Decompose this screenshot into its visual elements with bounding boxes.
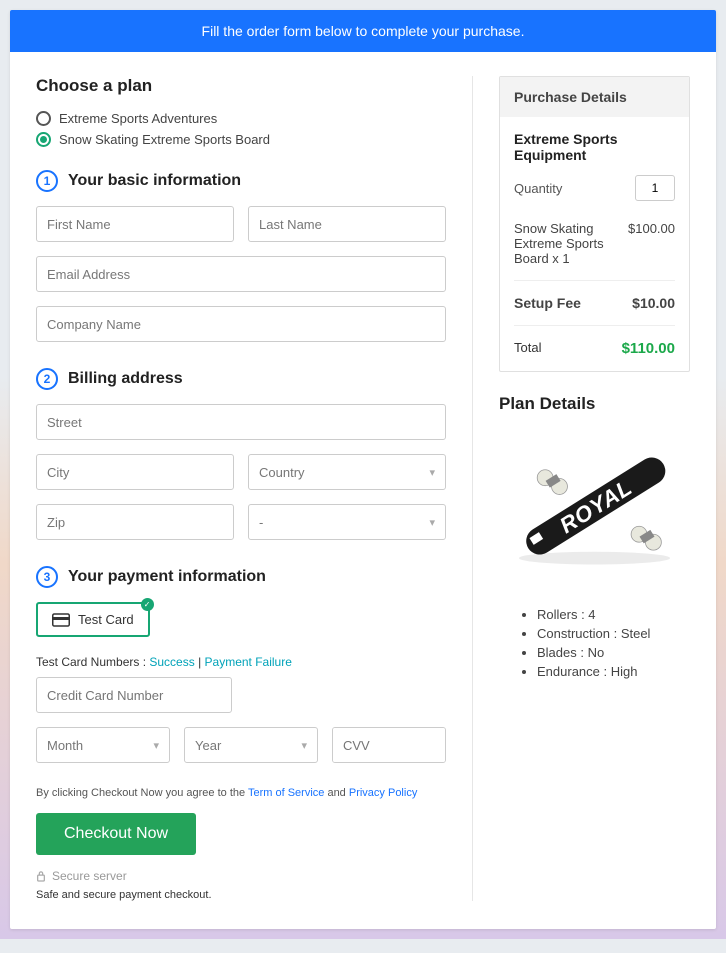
city-input[interactable] [36,454,234,490]
payment-failure-link[interactable]: Payment Failure [205,655,292,669]
line-item-price: $100.00 [628,221,675,266]
purchase-details-header: Purchase Details [500,77,689,117]
chevron-down-icon: ▾ [429,466,435,479]
step-number-icon: 2 [36,368,58,390]
state-select[interactable]: - ▾ [248,504,446,540]
quantity-label: Quantity [514,181,562,196]
email-input[interactable] [36,256,446,292]
chevron-down-icon: ▾ [153,739,159,752]
radio-checked-icon [36,132,51,147]
credit-card-number-input[interactable] [36,677,232,713]
success-link[interactable]: Success [149,655,194,669]
chevron-down-icon: ▾ [429,516,435,529]
lock-icon [36,870,46,882]
year-placeholder: Year [195,738,221,753]
radio-unchecked-icon [36,111,51,126]
street-input[interactable] [36,404,446,440]
plan-option-extreme-adventures[interactable]: Extreme Sports Adventures [36,108,446,129]
step-3-title: Your payment information [68,568,266,586]
secure-server-text: Secure server [52,869,127,883]
purchase-details-box: Purchase Details Extreme Sports Equipmen… [499,76,690,372]
chevron-down-icon: ▾ [301,739,307,752]
credit-card-icon [52,613,70,627]
test-card-chip[interactable]: ✓ Test Card [36,602,150,637]
step-1-title: Your basic information [68,172,241,190]
check-icon: ✓ [141,598,154,611]
terms-of-service-link[interactable]: Term of Service [248,787,324,799]
quantity-input[interactable] [635,175,675,201]
step-2-header: 2 Billing address [36,368,446,390]
plan-details-title: Plan Details [499,394,690,414]
zip-input[interactable] [36,504,234,540]
banner-text: Fill the order form below to complete yo… [202,23,525,39]
choose-plan-title: Choose a plan [36,76,446,96]
list-item: Endurance : High [537,662,690,681]
total-price: $110.00 [622,340,675,357]
country-select[interactable]: Country ▾ [248,454,446,490]
plan-option-snow-skating[interactable]: Snow Skating Extreme Sports Board [36,129,446,150]
product-title: Extreme Sports Equipment [514,131,675,163]
banner: Fill the order form below to complete yo… [10,10,716,52]
step-number-icon: 1 [36,170,58,192]
safe-checkout-text: Safe and secure payment checkout. [36,889,446,901]
list-item: Blades : No [537,643,690,662]
checkout-button[interactable]: Checkout Now [36,813,196,855]
month-select[interactable]: Month ▾ [36,727,170,763]
test-card-numbers-text: Test Card Numbers : Success | Payment Fa… [36,655,446,669]
last-name-input[interactable] [248,206,446,242]
step-2-title: Billing address [68,370,183,388]
first-name-input[interactable] [36,206,234,242]
country-placeholder: Country [259,465,305,480]
total-label: Total [514,340,541,357]
list-item: Rollers : 4 [537,605,690,624]
privacy-policy-link[interactable]: Privacy Policy [349,787,417,799]
svg-text:ROYAL: ROYAL [555,475,636,539]
plan-option-label: Snow Skating Extreme Sports Board [59,132,270,147]
line-item-label: Snow Skating Extreme Sports Board x 1 [514,221,628,266]
cvv-wrapper [332,727,446,763]
step-1-header: 1 Your basic information [36,170,446,192]
card-chip-label: Test Card [78,612,134,627]
plan-radio-group: Extreme Sports Adventures Snow Skating E… [36,108,446,150]
summary-column: Purchase Details Extreme Sports Equipmen… [472,76,690,901]
skateboard-image: ROYAL [499,424,690,584]
state-placeholder: - [259,515,263,530]
plan-features-list: Rollers : 4 Construction : Steel Blades … [499,605,690,681]
step-3-header: 3 Your payment information [36,566,446,588]
setup-fee-price: $10.00 [632,295,675,311]
plan-option-label: Extreme Sports Adventures [59,111,217,126]
terms-text: By clicking Checkout Now you agree to th… [36,787,446,799]
month-placeholder: Month [47,738,83,753]
order-form-container: Fill the order form below to complete yo… [10,10,716,929]
secure-server-row: Secure server [36,869,446,883]
step-number-icon: 3 [36,566,58,588]
setup-fee-label: Setup Fee [514,295,581,311]
list-item: Construction : Steel [537,624,690,643]
cvv-input[interactable] [333,728,446,762]
year-select[interactable]: Year ▾ [184,727,318,763]
form-column: Choose a plan Extreme Sports Adventures … [36,76,472,901]
content-area: Choose a plan Extreme Sports Adventures … [10,52,716,929]
company-input[interactable] [36,306,446,342]
